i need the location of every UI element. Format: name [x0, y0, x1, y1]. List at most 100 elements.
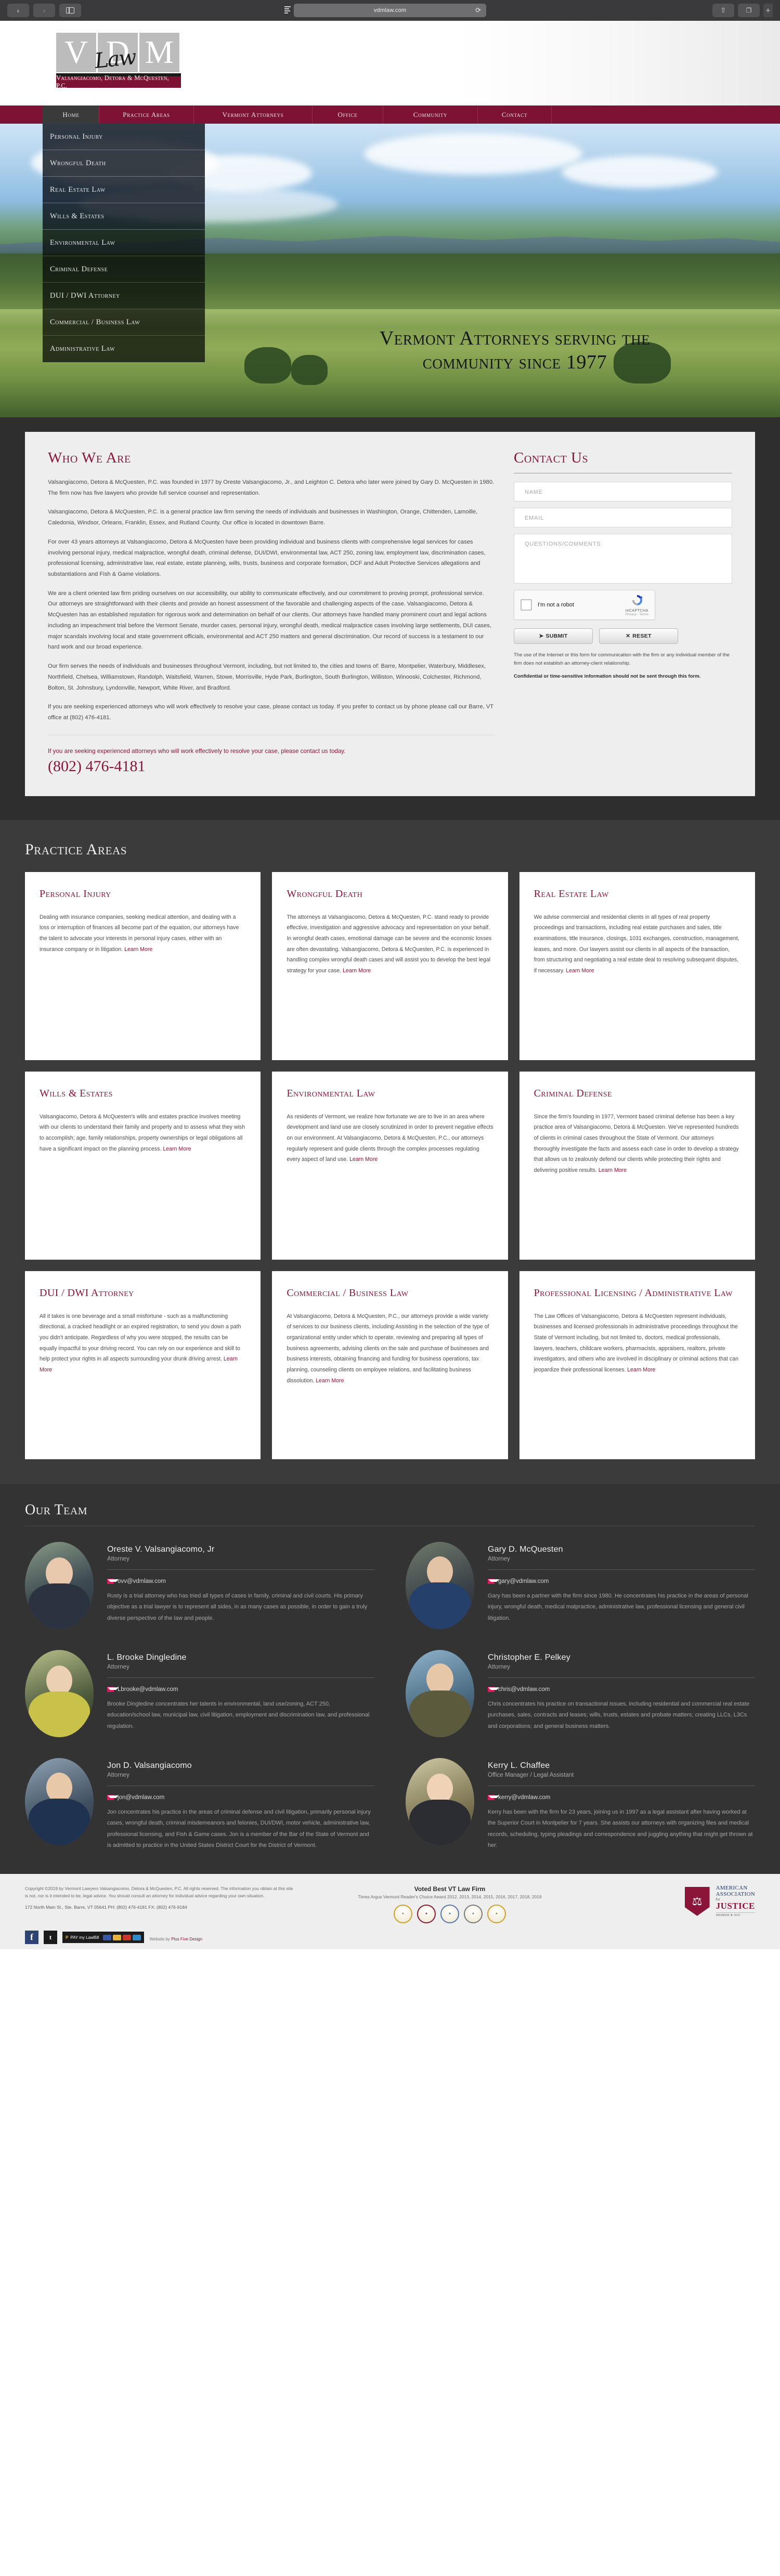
new-tab-button[interactable]: +	[763, 4, 773, 17]
footer-voted-subtitle: Times Argus Vermont Reader's Choice Awar…	[358, 1894, 542, 1900]
message-textarea[interactable]: QUESTIONS/COMMENTS	[514, 534, 732, 584]
nav-item-office[interactable]: Office	[312, 105, 383, 124]
learn-more-link[interactable]: Learn More	[316, 1378, 344, 1384]
reader-view-icon[interactable]	[284, 6, 291, 15]
practice-card[interactable]: Environmental Law As residents of Vermon…	[272, 1071, 508, 1260]
dropdown-item-real-estate-law[interactable]: Real Estate Law	[43, 177, 205, 203]
practice-card[interactable]: DUI / DWI Attorney All it takes is one b…	[25, 1271, 261, 1459]
dropdown-item-wrongful-death[interactable]: Wrongful Death	[43, 150, 205, 177]
header-gradient	[458, 21, 780, 105]
practice-card[interactable]: Professional Licensing / Administrative …	[519, 1271, 755, 1459]
who-paragraph-5: Our firm serves the needs of individuals…	[48, 663, 486, 691]
logo-script-law: Law	[93, 45, 137, 73]
recaptcha-checkbox[interactable]	[521, 599, 532, 611]
learn-more-link[interactable]: Learn More	[566, 968, 594, 974]
site-logo[interactable]: V D M Law Valsangiacomo, Detora & McQues…	[56, 33, 181, 89]
practice-areas-grid: Personal Injury Dealing with insurance c…	[25, 871, 755, 1459]
pay-label: PAY my LawBill	[70, 1935, 99, 1940]
nav-item-contact[interactable]: Contact	[477, 105, 551, 124]
email-input[interactable]: EMAIL	[514, 508, 732, 527]
learn-more-link[interactable]: Learn More	[627, 1367, 655, 1373]
member-rule	[488, 1677, 755, 1678]
practice-card-title: Professional Licensing / Administrative …	[534, 1287, 733, 1299]
member-email[interactable]: jon@vdmlaw.com	[107, 1794, 374, 1801]
avatar	[25, 1541, 94, 1629]
submit-button[interactable]: ➤ SUBMIT	[514, 628, 593, 644]
form-disclaimer-bold: Confidential or time-sensitive informati…	[514, 673, 701, 680]
address-bar[interactable]: vdmlaw.com ⟳	[284, 4, 486, 17]
dropdown-item-wills-estates[interactable]: Wills & Estates	[43, 203, 205, 230]
nav-right-spacer	[551, 105, 780, 124]
practice-card[interactable]: Criminal Defense Since the firm's foundi…	[519, 1071, 755, 1260]
award-badge-icon: ★	[394, 1905, 412, 1924]
member-role: Attorney	[107, 1555, 129, 1562]
name-input[interactable]: NAME	[514, 482, 732, 501]
sidebar-toggle-button[interactable]	[59, 4, 81, 17]
practice-card[interactable]: Wrongful Death The attorneys at Valsangi…	[272, 871, 508, 1060]
twitter-icon[interactable]: t	[44, 1931, 57, 1945]
member-role: Attorney	[107, 1772, 129, 1778]
practice-card-body: As residents of Vermont, we realize how …	[287, 1113, 493, 1163]
footer-legal-column: Copyright ©2019 by Vermont Lawyers Valsa…	[25, 1885, 295, 1910]
hero-heading: Vermont Attorneys serving the community …	[291, 326, 738, 375]
dropdown-item-commercial-business-law[interactable]: Commercial / Business Law	[43, 309, 205, 336]
dropdown-item-environmental-law[interactable]: Environmental Law	[43, 230, 205, 256]
dropdown-item-personal-injury[interactable]: Personal Injury	[43, 124, 205, 150]
envelope-icon	[488, 1794, 499, 1800]
member-email[interactable]: chris@vdmlaw.com	[488, 1686, 755, 1693]
aaj-text-block: AMERICAN ASSOCIATION for JUSTICE MEMBER …	[716, 1885, 755, 1917]
team-grid: Oreste V. Valsangiacomo, Jr Attorney ovv…	[25, 1541, 755, 1852]
footer-awards-column: Voted Best VT Law Firm Times Argus Vermo…	[311, 1885, 589, 1924]
recaptcha-links[interactable]: Privacy - Terms	[625, 613, 648, 616]
practice-card-body: All it takes is one beverage and a small…	[40, 1313, 241, 1373]
member-email[interactable]: kerry@vdmlaw.com	[488, 1794, 755, 1801]
recaptcha-brand-text: reCAPTCHA	[625, 608, 648, 613]
who-cta-phone[interactable]: (802) 476-4181	[48, 758, 495, 775]
dropdown-item-dui-dwi-attorney[interactable]: DUI / DWI Attorney	[43, 283, 205, 309]
practice-card-body: At Valsangiacomo, Detora & McQuesten, P.…	[287, 1313, 489, 1384]
reload-icon[interactable]: ⟳	[475, 6, 481, 15]
forward-button[interactable]: ›	[33, 4, 55, 17]
main-navigation: Home Practice Areas Vermont Attorneys Of…	[0, 105, 780, 124]
nav-item-home[interactable]: Home	[43, 105, 99, 124]
dropdown-item-criminal-defense[interactable]: Criminal Defense	[43, 256, 205, 283]
practice-card-title: Wrongful Death	[287, 888, 363, 900]
team-member: Kerry L. Chaffee Office Manager / Legal …	[406, 1758, 755, 1852]
envelope-icon	[488, 1578, 499, 1584]
address-bar-wrap: vdmlaw.com ⟳	[284, 4, 486, 17]
footer-copyright: Copyright ©2019 by Vermont Lawyers Valsa…	[25, 1886, 293, 1898]
recaptcha-widget[interactable]: I'm not a robot reCAPTCHA Privacy - Term…	[514, 590, 655, 620]
nav-item-vermont-attorneys[interactable]: Vermont Attorneys	[193, 105, 312, 124]
award-badge-icon: ★	[487, 1905, 506, 1924]
send-icon: ➤	[539, 633, 544, 639]
member-email[interactable]: ovv@vdmlaw.com	[107, 1578, 374, 1584]
nav-item-practice-areas[interactable]: Practice Areas	[99, 105, 193, 124]
website-credit-link[interactable]: Plus Five Design	[171, 1937, 202, 1941]
back-button[interactable]: ‹	[7, 4, 29, 17]
practice-card[interactable]: Personal Injury Dealing with insurance c…	[25, 871, 261, 1060]
learn-more-link[interactable]: Learn More	[124, 946, 152, 953]
tabs-button[interactable]: ❐	[738, 4, 760, 17]
member-email[interactable]: gary@vdmlaw.com	[488, 1578, 755, 1584]
practice-card-body: The Law Offices of Valsangiacomo, Detora…	[534, 1313, 738, 1373]
pay-my-lawbill-button[interactable]: P PAY my LawBill	[62, 1932, 145, 1944]
nav-item-community[interactable]: Community	[383, 105, 477, 124]
facebook-icon[interactable]: f	[25, 1931, 38, 1945]
share-button[interactable]: ⇧	[712, 4, 734, 17]
learn-more-link[interactable]: Learn More	[349, 1156, 378, 1162]
member-bio: Jon concentrates his practice in the are…	[107, 1808, 371, 1848]
footer-columns: Copyright ©2019 by Vermont Lawyers Valsa…	[25, 1885, 755, 1924]
learn-more-link[interactable]: Learn More	[599, 1167, 627, 1173]
practice-card[interactable]: Real Estate Law We advise commercial and…	[519, 871, 755, 1060]
member-email[interactable]: Lbrooke@vdmlaw.com	[107, 1686, 374, 1693]
practice-card[interactable]: Commercial / Business Law At Valsangiaco…	[272, 1271, 508, 1459]
learn-more-link[interactable]: Learn More	[163, 1146, 191, 1152]
member-role: Office Manager / Legal Assistant	[488, 1772, 574, 1778]
learn-more-link[interactable]: Learn More	[343, 968, 371, 974]
aaj-member-line: MEMBER ★ 2019	[716, 1912, 755, 1917]
member-bio: Chris concentrates his practice on trans…	[488, 1700, 750, 1729]
practice-card[interactable]: Wills & Estates Valsangiacomo, Detora & …	[25, 1071, 261, 1260]
dropdown-item-administrative-law[interactable]: Administrative Law	[43, 336, 205, 362]
logo-letters: V D M Law	[56, 33, 181, 73]
reset-button[interactable]: ✕ RESET	[599, 628, 678, 644]
